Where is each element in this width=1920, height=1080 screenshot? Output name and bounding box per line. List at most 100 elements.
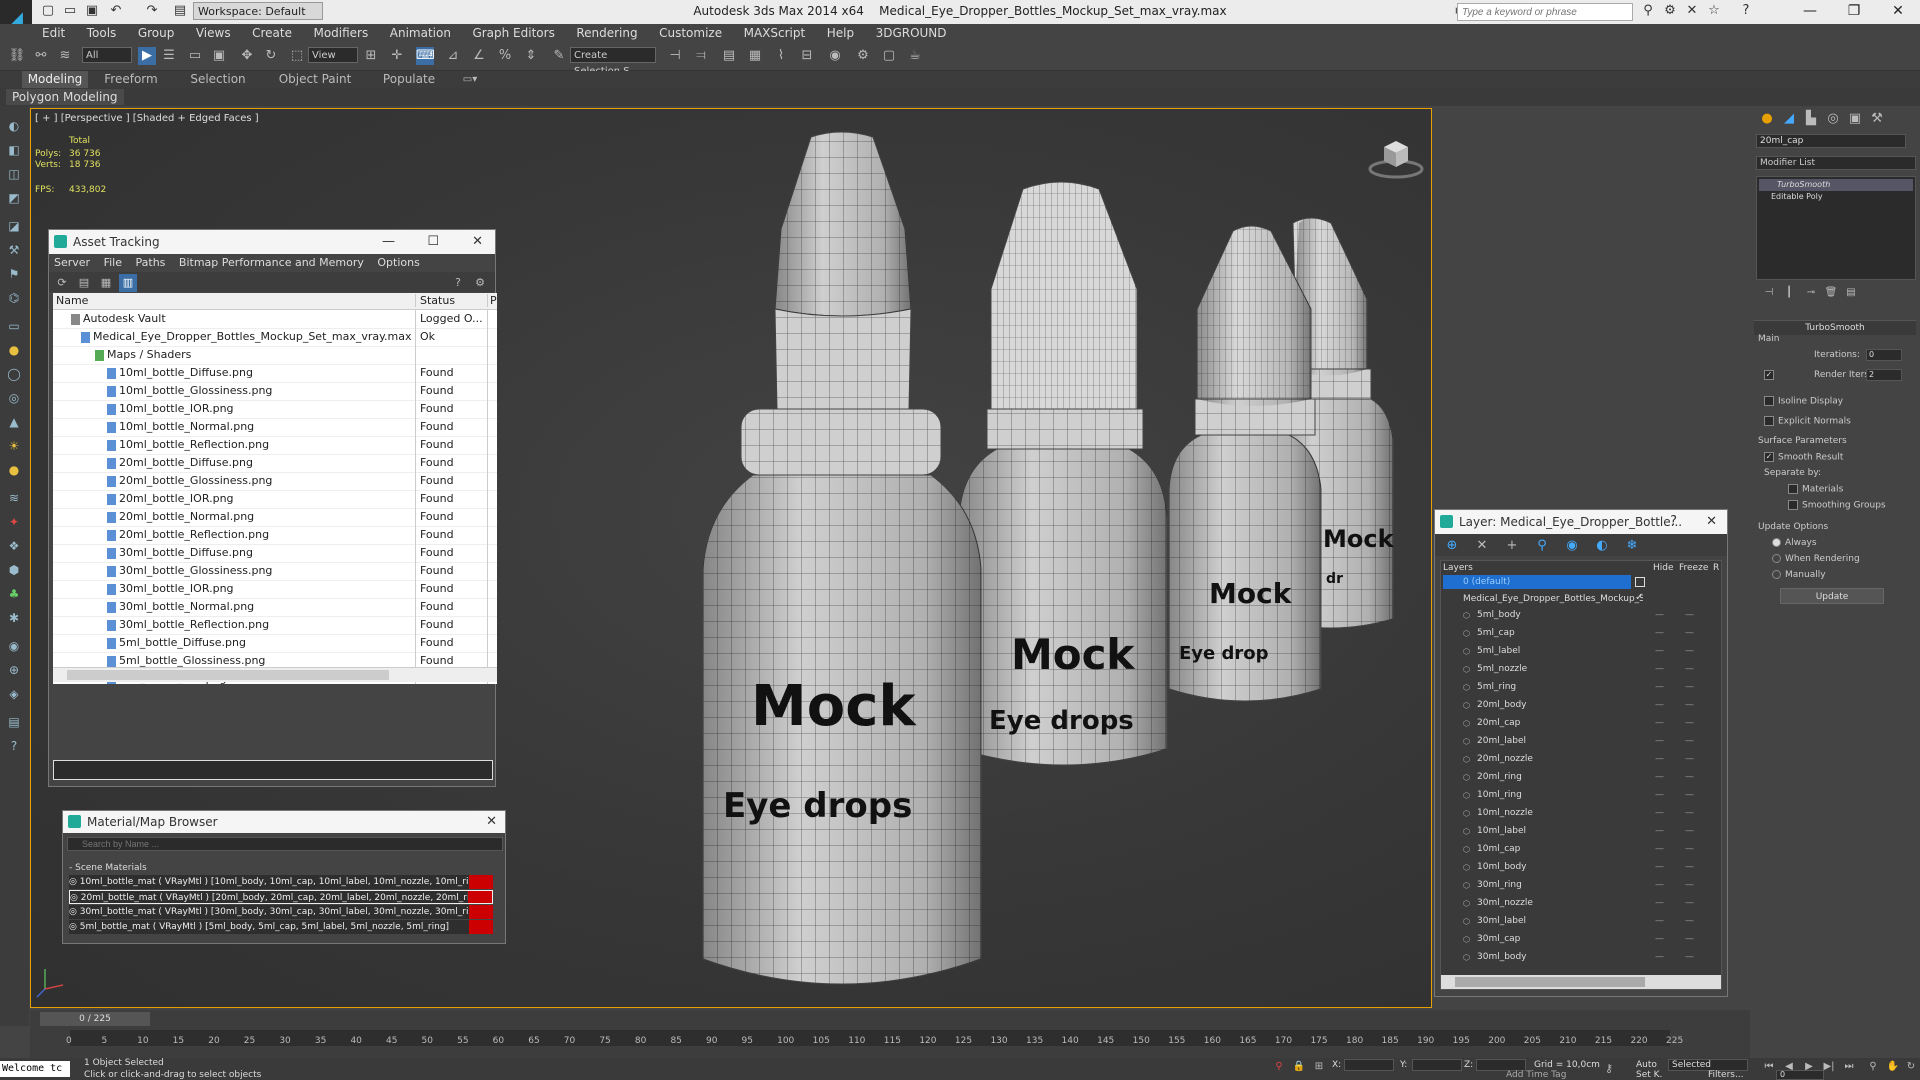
layer-object-item[interactable]: ⬡ 30ml_body — — — [1441, 949, 1723, 966]
asset-close-button[interactable]: ✕ — [472, 230, 483, 254]
layer-object-item[interactable]: ⬡ 30ml_nozzle — — — [1441, 895, 1723, 912]
hide-toggle[interactable]: — — [1655, 931, 1664, 948]
freeze-col-header[interactable]: Freeze — [1679, 563, 1708, 573]
tab-populate[interactable]: Populate — [372, 71, 446, 88]
asset-row[interactable]: 30ml_bottle_Reflection.png Found — [53, 616, 497, 635]
isolate-icon[interactable]: ⚲ — [1270, 1058, 1288, 1076]
freeze-toggle[interactable]: — — [1685, 751, 1694, 768]
asset-row[interactable]: 30ml_bottle_Glossiness.png Found — [53, 562, 497, 581]
utilities-icon[interactable]: ⚒ — [6, 242, 22, 258]
hide-toggle[interactable]: — — [1655, 805, 1664, 822]
material-item[interactable]: ◎ 30ml_bottle_mat ( VRayMtl ) [30ml_body… — [69, 905, 493, 919]
menu-rendering[interactable]: Rendering — [567, 24, 646, 42]
communication-icon[interactable]: ✕ — [1684, 3, 1700, 19]
menu-help[interactable]: Help — [818, 24, 863, 42]
freeze-toggle[interactable]: — — [1685, 625, 1694, 642]
hide-toggle[interactable]: — — [1655, 607, 1664, 624]
explicit-normals-checkbox[interactable]: Explicit Normals — [1764, 416, 1851, 427]
menu-graph-editors[interactable]: Graph Editors — [463, 24, 563, 42]
help-icon[interactable]: ? — [1738, 3, 1754, 19]
layer-object-item[interactable]: ⬡ 30ml_label — — — [1441, 913, 1723, 930]
col-name-header[interactable]: Name — [56, 294, 88, 307]
lock-selection-icon[interactable]: 🔒 — [1290, 1058, 1308, 1076]
object-name-field[interactable]: 20ml_cap — [1756, 134, 1906, 148]
hide-toggle[interactable]: — — [1655, 895, 1664, 912]
material-item[interactable]: ◎ 20ml_bottle_mat ( VRayMtl ) [20ml_body… — [69, 890, 493, 904]
asset-row[interactable]: 30ml_bottle_Diffuse.png Found — [53, 544, 497, 563]
freeze-toggle[interactable]: — — [1685, 913, 1694, 930]
freeze-toggle[interactable]: — — [1685, 733, 1694, 750]
asset-row[interactable]: 10ml_bottle_Diffuse.png Found — [53, 364, 497, 383]
material-item[interactable]: ◎ 10ml_bottle_mat ( VRayMtl ) [10ml_body… — [69, 875, 493, 889]
pin-stack-icon[interactable]: ⊣ — [1760, 284, 1778, 302]
mirror-icon[interactable]: ⊣ — [666, 47, 684, 65]
schematic-view-icon[interactable]: ⊟ — [798, 47, 816, 65]
layer-object-item[interactable]: ⬡ 10ml_cap — — — [1441, 841, 1723, 858]
hide-col-header[interactable]: Hide — [1653, 563, 1674, 573]
freeze-toggle[interactable]: — — [1685, 931, 1694, 948]
layer-main[interactable]: Medical_Eye_Dropper_Bottles_Mockup_Set — [1443, 592, 1643, 606]
info-icon[interactable]: ? — [6, 738, 22, 754]
freeze-toggle[interactable]: — — [1685, 805, 1694, 822]
snaps-toggle-icon[interactable]: ⊿ — [444, 47, 462, 65]
polygon-modeling-panel[interactable]: Polygon Modeling — [6, 89, 124, 105]
hide-toggle[interactable]: — — [1655, 643, 1664, 660]
sphere-icon[interactable]: ● — [6, 342, 22, 358]
asset-h-scrollbar[interactable] — [53, 667, 497, 682]
menu-group[interactable]: Group — [129, 24, 184, 42]
asset-menu-file[interactable]: File — [99, 254, 127, 272]
freeze-toggle[interactable]: — — [1685, 661, 1694, 678]
create-panel-icon[interactable]: ◐ — [6, 118, 22, 134]
list-view-icon[interactable]: ▤ — [75, 274, 93, 292]
freeze-toggle[interactable]: — — [1685, 787, 1694, 804]
hide-toggle[interactable]: — — [1655, 661, 1664, 678]
layer-object-item[interactable]: ⬡ 5ml_nozzle — — — [1441, 661, 1723, 678]
key-filters-button[interactable]: Filters... — [1708, 1070, 1744, 1080]
menu-modifiers[interactable]: Modifiers — [304, 24, 377, 42]
selection-filter-dropdown[interactable]: All — [82, 47, 132, 63]
align-icon[interactable]: ⫤ — [692, 47, 710, 65]
cylinder-icon[interactable]: ◯ — [6, 366, 22, 382]
vray-icon[interactable]: ◈ — [6, 686, 22, 702]
layer-object-item[interactable]: ⬡ 20ml_cap — — — [1441, 715, 1723, 732]
smooth-result-checkbox[interactable]: ✓ Smooth Result — [1764, 452, 1843, 463]
percent-snap-icon[interactable]: % — [496, 47, 514, 65]
when-rendering-radio[interactable]: When Rendering — [1772, 554, 1860, 564]
layer-object-item[interactable]: ⬡ 30ml_ring — — — [1441, 877, 1723, 894]
ribbon-toggle-icon[interactable]: ▦ — [746, 47, 764, 65]
materials-checkbox[interactable]: Materials — [1788, 484, 1843, 495]
modifier-list-dropdown[interactable]: Modifier List — [1756, 156, 1916, 170]
menu-create[interactable]: Create — [243, 24, 301, 42]
zoom-icon[interactable]: ⚲ — [1864, 1058, 1882, 1076]
show-end-result-icon[interactable]: ┃ — [1780, 284, 1798, 302]
menu-tools[interactable]: Tools — [78, 24, 126, 42]
asset-maximize-button[interactable]: ☐ — [427, 230, 439, 254]
new-layer-icon[interactable]: ⊕ — [1443, 537, 1461, 555]
scatter-icon[interactable]: ✱ — [6, 610, 22, 626]
asset-row[interactable]: 30ml_bottle_IOR.png Found — [53, 580, 497, 599]
modify-panel-icon[interactable]: ◧ — [6, 142, 22, 158]
torus-icon[interactable]: ◎ — [6, 390, 22, 406]
hierarchy-icon[interactable]: ◫ — [6, 166, 22, 182]
asset-row[interactable]: 20ml_bottle_Normal.png Found — [53, 508, 497, 527]
hide-toggle[interactable]: — — [1655, 733, 1664, 750]
hide-toggle[interactable]: — — [1655, 823, 1664, 840]
spacewarp-icon[interactable]: ≋ — [6, 490, 22, 506]
update-button[interactable]: Update — [1780, 588, 1884, 604]
render-teapot-icon[interactable]: ☕ — [906, 47, 924, 65]
tab-selection[interactable]: Selection — [178, 71, 258, 88]
rendered-frame-icon[interactable]: ▢ — [880, 47, 898, 65]
col-status-header[interactable]: Status — [415, 294, 455, 307]
highlight-layer-icon[interactable]: ◉ — [1563, 537, 1581, 555]
configure-sets-icon[interactable]: ▤ — [1842, 284, 1860, 302]
ref-coord-dropdown[interactable]: View — [308, 47, 358, 63]
helpers-icon[interactable]: ⚑ — [6, 266, 22, 282]
current-frame-field[interactable]: 0 — [1776, 1070, 1824, 1080]
manually-radio[interactable]: Manually — [1772, 570, 1826, 580]
freeze-toggle[interactable]: — — [1685, 715, 1694, 732]
layer-object-item[interactable]: ⬡ 20ml_ring — — — [1441, 769, 1723, 786]
iterations-spinner[interactable]: 0 — [1866, 349, 1902, 361]
motion-tab-icon[interactable]: ◎ — [1824, 110, 1842, 128]
script-icon[interactable]: ▤ — [6, 714, 22, 730]
layer-object-item[interactable]: ⬡ 10ml_nozzle — — — [1441, 805, 1723, 822]
